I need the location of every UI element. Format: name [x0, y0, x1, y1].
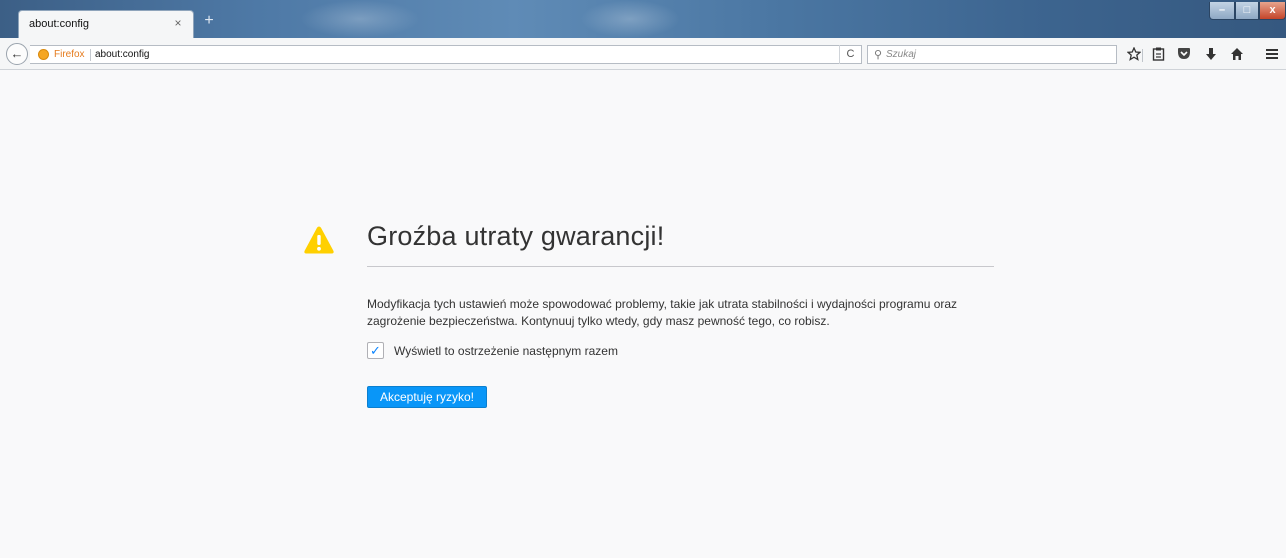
- show-warning-checkbox[interactable]: ✓: [367, 342, 384, 359]
- minimize-icon: –: [1218, 4, 1226, 16]
- url-text[interactable]: about:config: [95, 49, 150, 60]
- titlebar-background-blur: [300, 0, 420, 38]
- star-icon[interactable]: [1124, 46, 1144, 65]
- window-maximize-button[interactable]: □: [1235, 2, 1259, 20]
- reading-list-icon[interactable]: [1148, 47, 1168, 65]
- firefox-identity-icon[interactable]: [38, 49, 49, 60]
- back-button[interactable]: ←: [6, 43, 28, 65]
- warning-icon: [303, 225, 335, 255]
- tab-about-config[interactable]: about:config ×: [18, 10, 194, 38]
- url-separator: [90, 49, 91, 61]
- search-bar[interactable]: ⚲: [867, 45, 1117, 64]
- search-input[interactable]: [886, 47, 1111, 62]
- title-divider: [367, 266, 994, 267]
- warning-description: Modyfikacja tych ustawień może spowodowa…: [367, 297, 958, 328]
- show-warning-checkbox-label[interactable]: Wyświetl to ostrzeżenie następnym razem: [394, 344, 694, 358]
- menu-icon[interactable]: [1262, 47, 1282, 65]
- toolbar-separator: [1142, 49, 1143, 62]
- search-icon: ⚲: [874, 49, 883, 61]
- new-tab-button[interactable]: +: [199, 12, 219, 32]
- back-arrow-icon: ←: [10, 46, 24, 61]
- download-icon[interactable]: [1201, 47, 1221, 65]
- window-close-button[interactable]: x: [1259, 2, 1286, 20]
- pocket-icon[interactable]: [1174, 47, 1194, 65]
- identity-label[interactable]: Firefox: [54, 49, 85, 60]
- title-bar: about:config × + – □ x: [0, 0, 1286, 38]
- url-bar[interactable]: Firefox about:config C: [30, 45, 862, 64]
- maximize-icon: □: [1243, 4, 1251, 16]
- reload-button[interactable]: C: [839, 45, 861, 64]
- navigation-toolbar: ← Firefox about:config C ⚲: [0, 38, 1286, 70]
- titlebar-background-blur: [580, 0, 680, 38]
- page-title: Groźba utraty gwarancji!: [367, 221, 665, 251]
- page-content: Groźba utraty gwarancji! Modyfikacja tyc…: [0, 71, 1286, 558]
- close-icon: x: [1269, 4, 1276, 16]
- tab-close-icon[interactable]: ×: [171, 16, 185, 30]
- tab-title: about:config: [29, 18, 89, 30]
- window-minimize-button[interactable]: –: [1209, 2, 1235, 20]
- accept-risk-button[interactable]: Akceptuję ryzyko!: [367, 386, 487, 408]
- home-icon[interactable]: [1227, 47, 1247, 65]
- reload-icon: C: [846, 48, 855, 60]
